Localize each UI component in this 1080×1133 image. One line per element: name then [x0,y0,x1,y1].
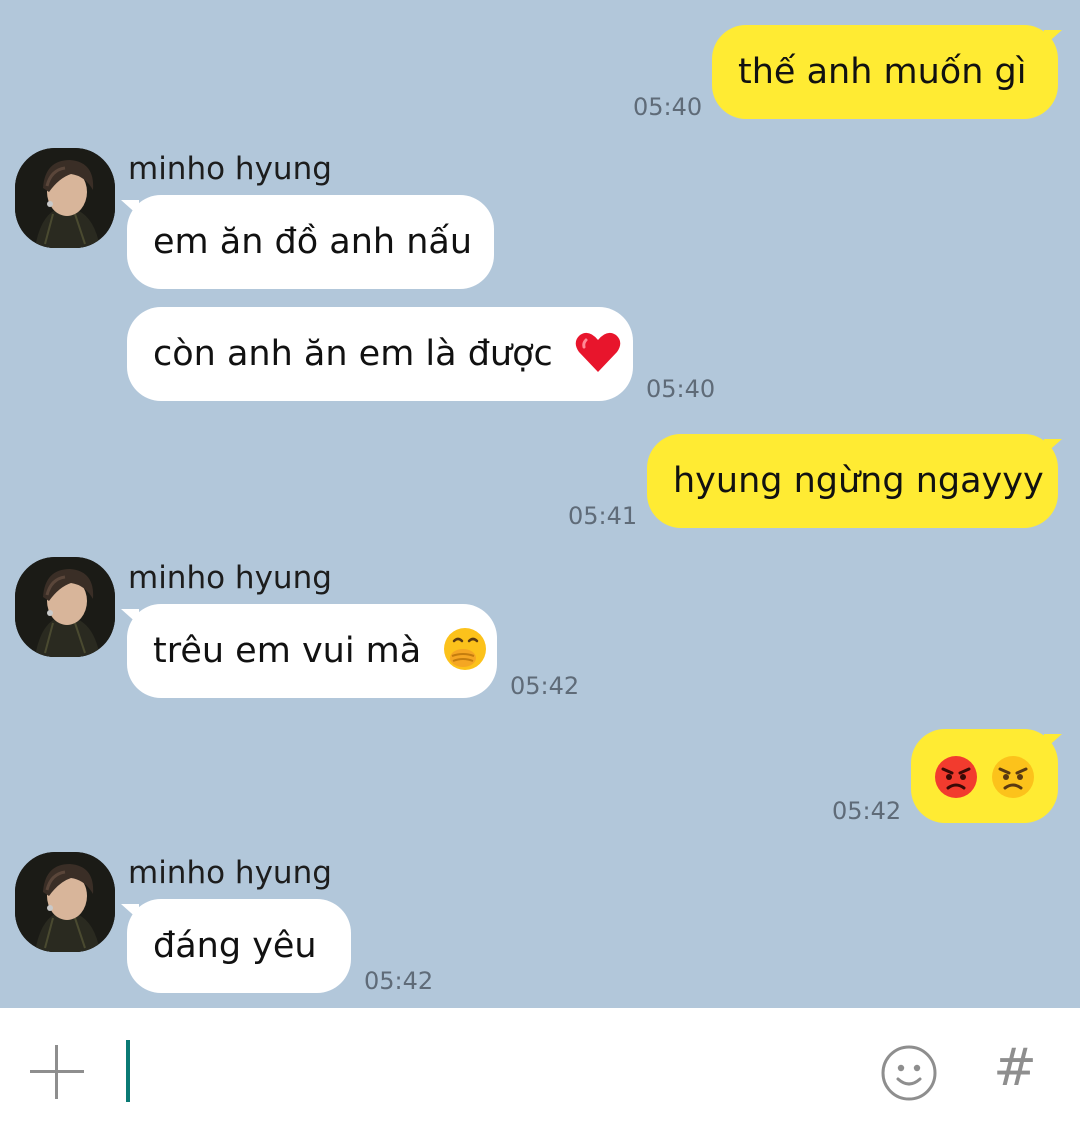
their-message-bubble[interactable]: em ăn đồ anh nấu [127,195,494,289]
avatar-image [15,852,115,952]
avatar[interactable] [15,557,115,657]
bubble-tail [121,609,139,625]
my-message-bubble[interactable] [911,729,1058,823]
bubble-tail [1044,734,1062,750]
message-timestamp: 05:42 [510,672,580,700]
message-input[interactable] [132,1038,856,1106]
message-timestamp: 05:42 [364,967,434,995]
message-text: hyung ngừng ngayyy [673,461,1044,501]
bubble-tail [121,904,139,920]
message-input-bar: # [0,1008,1080,1133]
message-timestamp: 05:42 [832,797,902,825]
sender-name: minho hyung [128,151,332,187]
their-message-bubble[interactable]: trêu em vui mà [127,604,497,698]
emoji-icon[interactable] [880,1044,938,1102]
avatar-image [15,557,115,657]
pouting-face-icon [933,754,979,800]
sender-name: minho hyung [128,560,332,596]
message-timestamp: 05:40 [633,93,703,121]
message-text: trêu em vui mà [153,631,422,671]
bubble-tail [121,200,139,216]
sender-name: minho hyung [128,855,332,891]
red-heart-icon [574,330,622,374]
message-text: còn anh ăn em là được [153,334,553,374]
angry-face-icon [990,754,1036,800]
my-message-bubble[interactable]: hyung ngừng ngayyy [647,434,1058,528]
their-message-bubble[interactable]: đáng yêu [127,899,351,993]
chat-screen: thế anh muốn gì 05:40 minho hyung em ăn … [0,0,1080,1133]
hashtag-icon[interactable]: # [990,1038,1040,1098]
avatar[interactable] [15,148,115,248]
bubble-tail [1044,439,1062,455]
bubble-tail [1044,30,1062,46]
my-message-bubble[interactable]: thế anh muốn gì [712,25,1058,119]
plus-icon[interactable] [30,1045,84,1099]
text-cursor [126,1040,130,1102]
face-with-hand-over-mouth-icon [442,626,488,672]
message-text: thế anh muốn gì [738,52,1027,92]
message-text: em ăn đồ anh nấu [153,222,473,262]
message-timestamp: 05:40 [646,375,716,403]
avatar-image [15,148,115,248]
avatar[interactable] [15,852,115,952]
their-message-bubble[interactable]: còn anh ăn em là được [127,307,633,401]
message-text: đáng yêu [153,926,317,966]
message-list[interactable]: thế anh muốn gì 05:40 minho hyung em ăn … [0,0,1080,1008]
message-timestamp: 05:41 [568,502,638,530]
